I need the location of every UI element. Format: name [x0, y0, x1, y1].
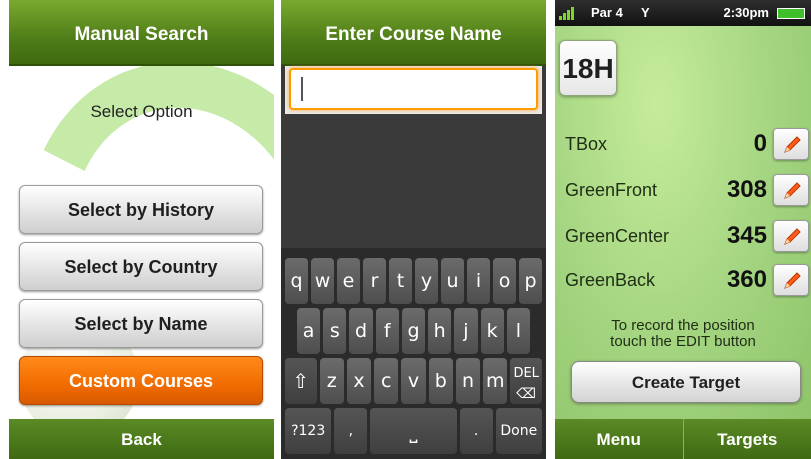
key-j[interactable]: j [454, 308, 478, 354]
key-f[interactable]: f [375, 308, 399, 354]
pencil-icon [784, 182, 801, 199]
delete-key[interactable]: DEL ⌫ [510, 358, 542, 404]
carrier-label: Par 4 [591, 5, 623, 20]
key-m[interactable]: m [483, 358, 508, 404]
key-z[interactable]: z [319, 358, 344, 404]
key-o[interactable]: o [493, 258, 516, 304]
key-b[interactable]: b [428, 358, 453, 404]
edit-button[interactable] [773, 220, 809, 252]
manual-search-screen: Manual Search Select Option Select by Hi… [9, 0, 274, 459]
key-w[interactable]: w [311, 258, 334, 304]
pencil-icon [784, 272, 801, 289]
key-y[interactable]: y [415, 258, 438, 304]
edit-button[interactable] [773, 174, 809, 206]
keyboard-row-2: a s d f g h j k l [297, 308, 530, 354]
soft-keyboard: q w e r t y u i o p a s d f g h j k l ⇧ … [281, 248, 546, 459]
edit-hint: To record the position touch the EDIT bu… [555, 318, 811, 350]
key-e[interactable]: e [337, 258, 360, 304]
bottom-tab-bar: Menu Targets [555, 419, 811, 459]
distance-value: 360 [726, 266, 767, 293]
key-c[interactable]: c [374, 358, 399, 404]
period-key[interactable]: . [459, 408, 493, 454]
key-s[interactable]: s [323, 308, 347, 354]
key-x[interactable]: x [346, 358, 372, 404]
space-key[interactable]: ⎵ [370, 408, 457, 454]
distance-row-greenfront: GreenFront 308 [565, 172, 811, 210]
done-key[interactable]: Done [495, 408, 542, 454]
key-u[interactable]: u [441, 258, 464, 304]
status-bar: Par 4 Y 2:30pm [555, 0, 811, 26]
distance-row-greenback: GreenBack 360 [565, 262, 811, 300]
distance-label: GreenCenter [565, 226, 670, 246]
custom-courses-button[interactable]: Custom Courses [19, 356, 263, 405]
course-name-input[interactable] [289, 68, 538, 110]
select-by-name-button[interactable]: Select by Name [19, 299, 263, 348]
input-area [285, 66, 542, 114]
keyboard-row-3: ⇧ z x c v b n m DEL ⌫ [285, 358, 542, 404]
distance-label: GreenBack [565, 270, 656, 290]
key-d[interactable]: d [349, 308, 373, 354]
distance-row-tbox: TBox 0 [565, 126, 811, 164]
pencil-icon [784, 136, 801, 153]
backspace-icon: ⌫ [516, 386, 537, 402]
back-button[interactable]: Back [9, 419, 274, 459]
tab-menu[interactable]: Menu [555, 419, 683, 459]
key-q[interactable]: q [285, 258, 308, 304]
key-n[interactable]: n [455, 358, 481, 404]
page-title: Enter Course Name [281, 0, 546, 66]
page-title: Manual Search [9, 0, 274, 66]
edit-button[interactable] [773, 128, 809, 160]
key-i[interactable]: i [467, 258, 490, 304]
distance-row-greencenter: GreenCenter 345 [565, 218, 811, 256]
distance-value: 0 [753, 130, 767, 157]
pencil-icon [784, 228, 801, 245]
hole-number: 18H [559, 40, 617, 96]
keyboard-row-1: q w e r t y u i o p [285, 258, 542, 304]
select-option-label: Select Option [90, 102, 193, 121]
comma-key[interactable]: , [334, 408, 368, 454]
key-k[interactable]: k [480, 308, 504, 354]
key-r[interactable]: r [363, 258, 386, 304]
key-g[interactable]: g [401, 308, 426, 354]
battery-icon [777, 8, 805, 19]
distance-value: 308 [726, 176, 767, 203]
key-v[interactable]: v [401, 358, 426, 404]
key-l[interactable]: l [506, 308, 530, 354]
distance-label: GreenFront [565, 180, 658, 200]
hint-line-2: touch the EDIT button [610, 333, 756, 350]
edit-button[interactable] [773, 264, 809, 296]
hint-line-1: To record the position [611, 317, 755, 334]
hole-view-screen: Par 4 Y 2:30pm 18H TBox 0 GreenFront 308… [555, 0, 811, 459]
tab-targets[interactable]: Targets [682, 419, 811, 459]
signal-icon [559, 6, 574, 20]
create-target-button[interactable]: Create Target [571, 361, 801, 403]
select-by-history-button[interactable]: Select by History [19, 185, 263, 234]
key-t[interactable]: t [389, 258, 412, 304]
course-entry-screen: Enter Course Name q w e r t y u i o p a … [281, 0, 546, 459]
shift-key[interactable]: ⇧ [285, 358, 317, 404]
key-h[interactable]: h [428, 308, 452, 354]
key-a[interactable]: a [297, 308, 321, 354]
text-caret [301, 77, 303, 101]
clock: 2:30pm [723, 5, 769, 20]
keyboard-row-4: ?123 , ⎵ . Done [285, 408, 542, 454]
symbols-key[interactable]: ?123 [285, 408, 332, 454]
key-p[interactable]: p [519, 258, 542, 304]
delete-key-label: DEL [513, 366, 539, 381]
network-label: Y [641, 5, 650, 20]
select-by-country-button[interactable]: Select by Country [19, 242, 263, 291]
distance-value: 345 [726, 222, 767, 249]
distance-label: TBox [565, 134, 608, 154]
